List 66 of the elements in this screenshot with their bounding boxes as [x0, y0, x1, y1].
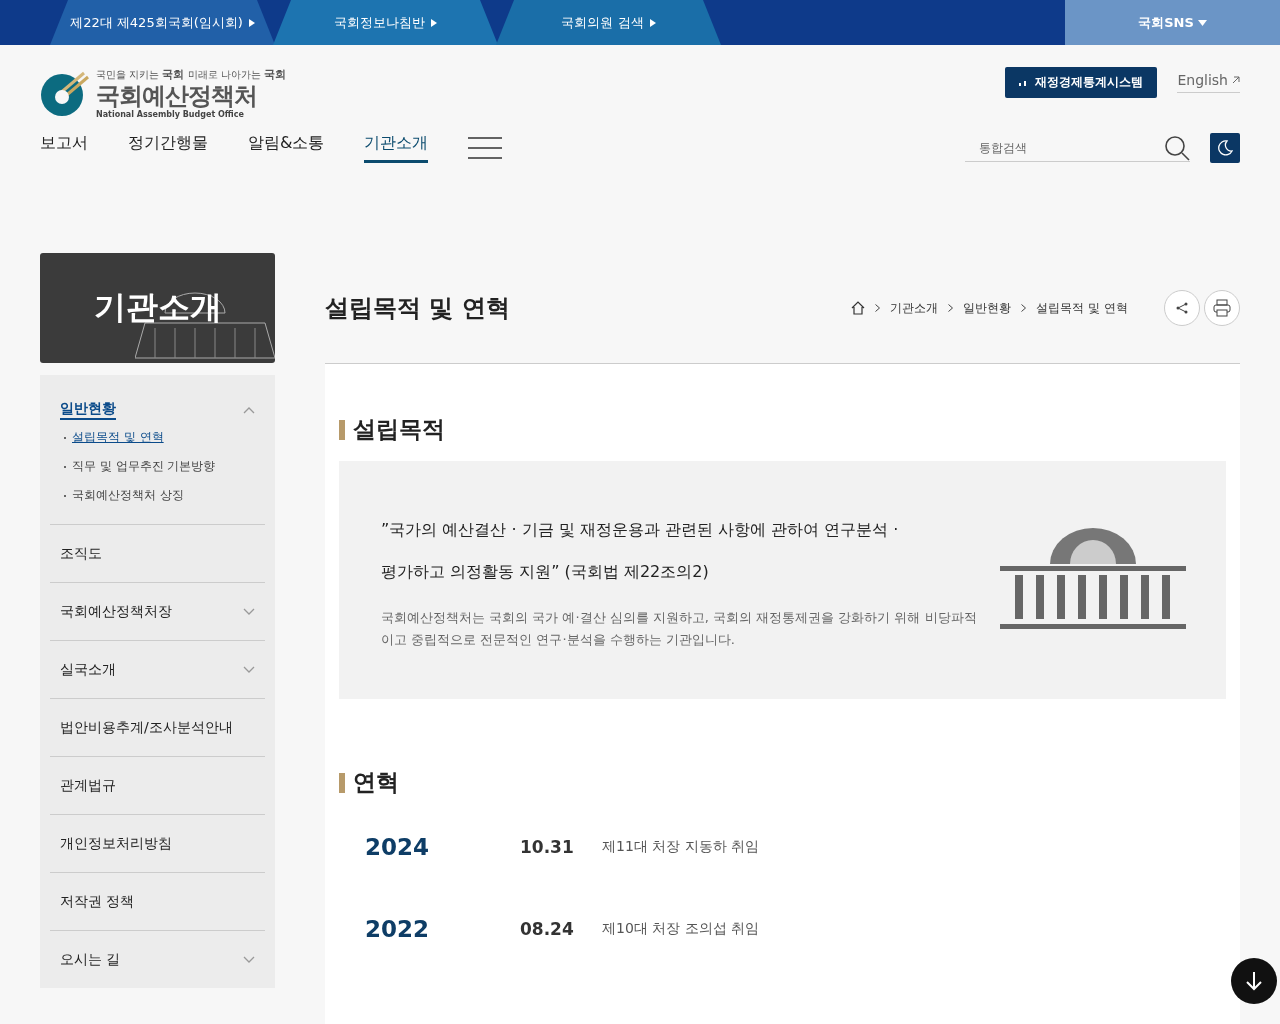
logo-name: 국회예산정책처 — [96, 82, 258, 110]
print-button[interactable] — [1204, 290, 1240, 326]
search-icon[interactable] — [1164, 134, 1190, 161]
menu-icon[interactable] — [468, 137, 503, 159]
sidebar-menu-item[interactable]: 저작권 정책 — [60, 873, 255, 930]
breadcrumb-link[interactable]: 일반현황 — [963, 299, 1012, 317]
moon-icon — [1217, 140, 1233, 156]
chevron-right-icon — [1021, 304, 1027, 312]
history-date: 08.24 — [520, 919, 575, 939]
scroll-down-button[interactable] — [1231, 958, 1277, 1004]
caret-right-icon — [649, 18, 656, 27]
top-link[interactable]: 제22대 제425회국회(임시회) — [50, 0, 275, 45]
chevron-down-icon — [243, 665, 255, 674]
bar-chart-icon — [1019, 79, 1028, 86]
chevron-down-icon — [243, 955, 255, 964]
top-link[interactable]: 국회정보나침반 — [273, 0, 498, 45]
home-icon[interactable] — [851, 301, 866, 315]
history-event: 제11대 처장 지동하 취임 — [602, 838, 760, 856]
assembly-building-icon — [1000, 528, 1186, 632]
chevron-down-icon — [243, 607, 255, 616]
chevron-right-icon — [875, 304, 881, 312]
history-year: 2024 — [365, 834, 430, 860]
sidebar-menu-item[interactable]: 개인정보처리방침 — [60, 815, 255, 872]
caret-down-icon — [1197, 19, 1207, 26]
english-link[interactable]: English — [1177, 72, 1240, 93]
logo-emblem-icon — [40, 69, 90, 117]
top-link[interactable]: 국회의원 검색 — [496, 0, 721, 45]
nav-item[interactable]: 정기간행물 — [128, 133, 208, 163]
share-icon — [1175, 301, 1189, 315]
chevron-up-icon — [243, 406, 255, 414]
sidebar-menu-item[interactable]: 일반현황 — [60, 395, 255, 425]
sidebar-menu-item[interactable]: 오시는 길 — [60, 931, 255, 988]
logo-english-name: National Assembly Budget Office — [96, 110, 245, 119]
sidebar-submenu-item[interactable]: 국회예산정책처 상징 — [72, 487, 184, 504]
chevron-right-icon — [948, 304, 954, 312]
purpose-description: 국회예산정책처는 국회의 국가 예·결산 심의를 지원하고, 국회의 재정통제권을 강화하기 위해 비당파적이고 중립적으로 전문적인 연구·분석을 수행하는 기관입니다. — [381, 609, 978, 649]
breadcrumb-link[interactable]: 설립목적 및 연혁 — [1036, 299, 1128, 317]
arrow-down-icon — [1245, 971, 1263, 991]
sidebar-submenu-item[interactable]: 직무 및 업무추진 기본방향 — [72, 458, 216, 475]
section-heading: 연혁 — [339, 767, 1226, 798]
sidebar-menu-item[interactable]: 국회예산정책처장 — [60, 583, 255, 640]
external-arrow-icon — [1232, 76, 1240, 84]
section-heading: 설립목적 — [339, 414, 1226, 445]
page-title: 설립목적 및 연혁 — [325, 293, 510, 324]
history-year: 2022 — [365, 916, 430, 942]
logo-tagline: 국민을 지키는 국회 미래로 나아가는 국회 — [96, 67, 286, 82]
statistics-system-button[interactable]: 재정경제통계시스템 — [1005, 67, 1158, 98]
sidebar-submenu-item[interactable]: 설립목적 및 연혁 — [72, 429, 164, 446]
banner-title: 기관소개 — [93, 287, 222, 328]
history-date: 10.31 — [520, 837, 575, 857]
sidebar-menu-item[interactable]: 법안비용추계/조사분석안내 — [60, 699, 255, 756]
sidebar-menu-item[interactable]: 조직도 — [60, 525, 255, 582]
purpose-quote: ”국가의 예산결산 · 기금 및 재정운용과 관련된 사항에 관하여 연구분석 · — [381, 519, 900, 541]
sidebar-menu-item[interactable]: 관계법규 — [60, 757, 255, 814]
nav-item[interactable]: 기관소개 — [364, 133, 429, 163]
printer-icon — [1213, 299, 1231, 317]
purpose-quote: 평가하고 의정활동 지원” (국회법 제22조의2) — [381, 561, 710, 583]
caret-right-icon — [431, 18, 437, 27]
history-event: 제10대 처장 조의섭 취임 — [602, 920, 760, 938]
breadcrumb-link[interactable]: 기관소개 — [890, 299, 939, 317]
search-input[interactable]: 통합검색 — [965, 134, 1164, 161]
nav-item[interactable]: 보고서 — [40, 133, 88, 163]
nav-item[interactable]: 알림&소통 — [248, 133, 325, 163]
dark-mode-button[interactable] — [1210, 133, 1240, 163]
caret-right-icon — [248, 18, 255, 27]
sidebar-menu-item[interactable]: 실국소개 — [60, 641, 255, 698]
